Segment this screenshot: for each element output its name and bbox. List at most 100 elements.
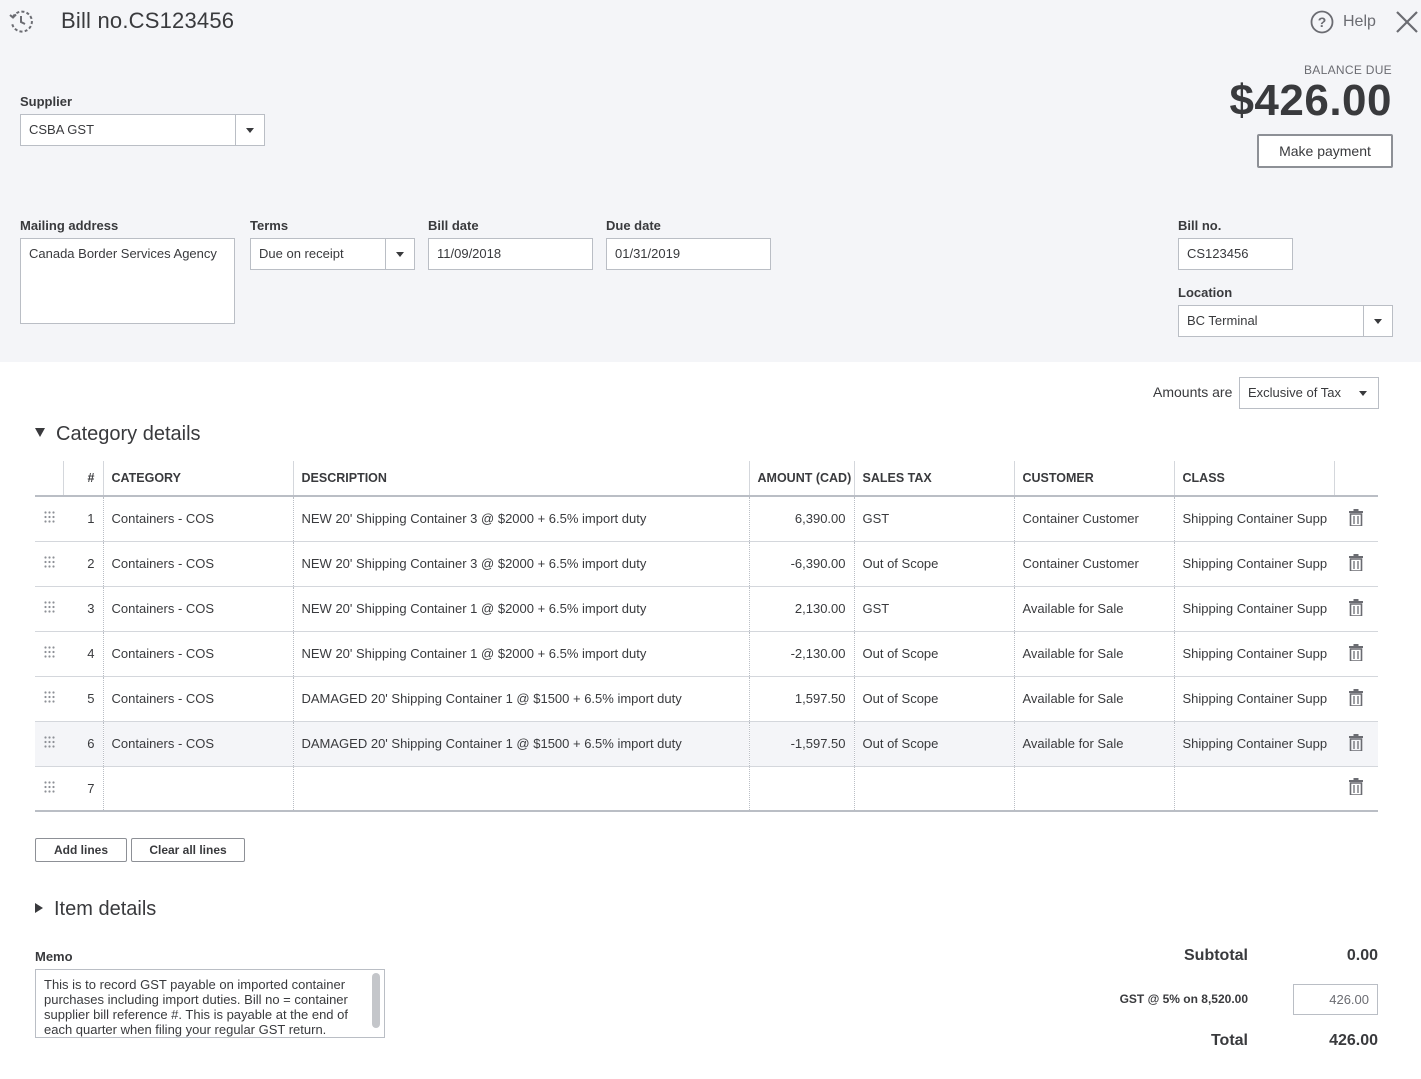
drag-handle-icon[interactable] xyxy=(43,646,55,658)
item-details-toggle[interactable]: Item details xyxy=(35,898,156,921)
terms-select[interactable]: Due on receipt xyxy=(250,238,415,270)
table-row[interactable]: 7 xyxy=(35,766,1378,812)
drag-handle-icon[interactable] xyxy=(43,781,55,793)
description-cell[interactable] xyxy=(292,766,749,812)
terms-label: Terms xyxy=(250,218,289,233)
add-lines-button[interactable]: Add lines xyxy=(35,838,127,862)
trash-icon[interactable] xyxy=(1349,598,1363,617)
table-header-row: # CATEGORY DESCRIPTION AMOUNT (CAD) SALE… xyxy=(35,461,1378,497)
drag-column-header xyxy=(35,461,63,497)
help-icon[interactable]: ? xyxy=(1310,10,1334,34)
table-row[interactable]: 4 Containers - COS NEW 20' Shipping Contai… xyxy=(35,631,1378,677)
gst-amount-field[interactable]: 426.00 xyxy=(1293,984,1378,1015)
trash-icon[interactable] xyxy=(1349,643,1363,662)
category-cell[interactable]: Containers - COS xyxy=(102,676,293,722)
location-value: BC Terminal xyxy=(1187,313,1258,328)
table-row[interactable]: 1 Containers - COS NEW 20' Shipping Contai… xyxy=(35,496,1378,542)
bill-no-field[interactable]: CS123456 xyxy=(1178,238,1293,270)
caret-down-icon xyxy=(35,428,45,438)
trash-icon[interactable] xyxy=(1349,508,1363,527)
close-icon[interactable] xyxy=(1394,9,1420,35)
class-cell[interactable]: Shipping Container Supp xyxy=(1173,631,1334,677)
clear-all-lines-button[interactable]: Clear all lines xyxy=(131,838,245,862)
help-link[interactable]: Help xyxy=(1343,13,1376,31)
supplier-select[interactable]: CSBA GST xyxy=(20,114,265,146)
description-cell[interactable]: NEW 20' Shipping Container 1 @ $2000 + 6… xyxy=(292,586,749,632)
drag-handle-icon[interactable] xyxy=(43,736,55,748)
customer-cell[interactable]: Container Customer xyxy=(1013,496,1174,542)
history-icon[interactable] xyxy=(8,9,34,35)
caret-right-icon xyxy=(35,902,43,913)
amount-cell[interactable]: 2,130.00 xyxy=(748,586,854,632)
class-cell[interactable] xyxy=(1173,766,1334,812)
customer-cell[interactable]: Container Customer xyxy=(1013,541,1174,587)
sales-tax-cell[interactable]: Out of Scope xyxy=(853,541,1014,587)
category-cell[interactable]: Containers - COS xyxy=(102,586,293,632)
sales-tax-cell[interactable]: Out of Scope xyxy=(853,676,1014,722)
class-cell[interactable]: Shipping Container Supp xyxy=(1173,676,1334,722)
due-date-field[interactable]: 01/31/2019 xyxy=(606,238,771,270)
amounts-are-select[interactable]: Exclusive of Tax xyxy=(1239,377,1379,409)
sales-tax-cell[interactable]: GST xyxy=(853,586,1014,632)
trash-icon[interactable] xyxy=(1349,733,1363,752)
table-row[interactable]: 6 Containers - COS DAMAGED 20' Shipping Co… xyxy=(35,721,1378,767)
row-number: 4 xyxy=(63,631,103,677)
mailing-address-field[interactable]: Canada Border Services Agency xyxy=(20,238,235,324)
category-cell[interactable]: Containers - COS xyxy=(102,541,293,587)
description-cell[interactable]: NEW 20' Shipping Container 3 @ $2000 + 6… xyxy=(292,496,749,542)
subtotal-value: 0.00 xyxy=(1346,947,1378,964)
drag-handle-icon[interactable] xyxy=(43,691,55,703)
sales-tax-cell[interactable] xyxy=(853,766,1014,812)
customer-cell[interactable]: Available for Sale xyxy=(1013,721,1174,767)
trash-icon[interactable] xyxy=(1349,553,1363,572)
sales-tax-cell[interactable]: Out of Scope xyxy=(853,631,1014,677)
trash-icon[interactable] xyxy=(1349,778,1363,797)
class-cell[interactable]: Shipping Container Supp xyxy=(1173,586,1334,632)
description-cell[interactable]: DAMAGED 20' Shipping Container 1 @ $1500… xyxy=(292,676,749,722)
customer-cell[interactable] xyxy=(1013,766,1174,812)
location-select[interactable]: BC Terminal xyxy=(1178,305,1393,337)
category-details-toggle[interactable]: Category details xyxy=(35,423,201,446)
chevron-down-icon[interactable] xyxy=(1349,378,1378,408)
amount-cell[interactable]: -2,130.00 xyxy=(748,631,854,677)
category-cell[interactable] xyxy=(102,766,293,812)
balance-due-label: BALANCE DUE xyxy=(1304,63,1392,77)
description-cell[interactable]: NEW 20' Shipping Container 3 @ $2000 + 6… xyxy=(292,541,749,587)
category-cell[interactable]: Containers - COS xyxy=(102,631,293,677)
customer-cell[interactable]: Available for Sale xyxy=(1013,586,1174,632)
customer-cell[interactable]: Available for Sale xyxy=(1013,631,1174,677)
chevron-down-icon[interactable] xyxy=(1363,306,1392,336)
memo-field[interactable]: This is to record GST payable on importe… xyxy=(35,969,385,1038)
location-label: Location xyxy=(1178,285,1233,300)
drag-handle-icon[interactable] xyxy=(43,511,55,523)
description-cell[interactable]: DAMAGED 20' Shipping Container 1 @ $1500… xyxy=(292,721,749,767)
memo-scrollbar[interactable] xyxy=(372,973,380,1028)
total-label: Total xyxy=(1210,1032,1248,1049)
column-header-sales-tax: SALES TAX xyxy=(853,461,1014,497)
category-cell[interactable]: Containers - COS xyxy=(102,496,293,542)
category-cell[interactable]: Containers - COS xyxy=(102,721,293,767)
drag-handle-icon[interactable] xyxy=(43,556,55,568)
chevron-down-icon[interactable] xyxy=(235,115,264,145)
class-cell[interactable]: Shipping Container Supp xyxy=(1173,721,1334,767)
amount-cell[interactable]: 1,597.50 xyxy=(748,676,854,722)
make-payment-button[interactable]: Make payment xyxy=(1257,134,1393,168)
amount-cell[interactable]: 6,390.00 xyxy=(748,496,854,542)
table-row[interactable]: 2 Containers - COS NEW 20' Shipping Contai… xyxy=(35,541,1378,587)
description-cell[interactable]: NEW 20' Shipping Container 1 @ $2000 + 6… xyxy=(292,631,749,677)
class-cell[interactable]: Shipping Container Supp xyxy=(1173,541,1334,587)
table-row[interactable]: 5 Containers - COS DAMAGED 20' Shipping Co… xyxy=(35,676,1378,722)
sales-tax-cell[interactable]: Out of Scope xyxy=(853,721,1014,767)
class-cell[interactable]: Shipping Container Supp xyxy=(1173,496,1334,542)
sales-tax-cell[interactable]: GST xyxy=(853,496,1014,542)
table-row[interactable]: 3 Containers - COS NEW 20' Shipping Contai… xyxy=(35,586,1378,632)
subtotal-label: Subtotal xyxy=(1184,947,1248,964)
amount-cell[interactable]: -1,597.50 xyxy=(748,721,854,767)
customer-cell[interactable]: Available for Sale xyxy=(1013,676,1174,722)
amount-cell[interactable]: -6,390.00 xyxy=(748,541,854,587)
amount-cell[interactable] xyxy=(748,766,854,812)
chevron-down-icon[interactable] xyxy=(385,239,414,269)
bill-date-field[interactable]: 11/09/2018 xyxy=(428,238,593,270)
trash-icon[interactable] xyxy=(1349,688,1363,707)
drag-handle-icon[interactable] xyxy=(43,601,55,613)
